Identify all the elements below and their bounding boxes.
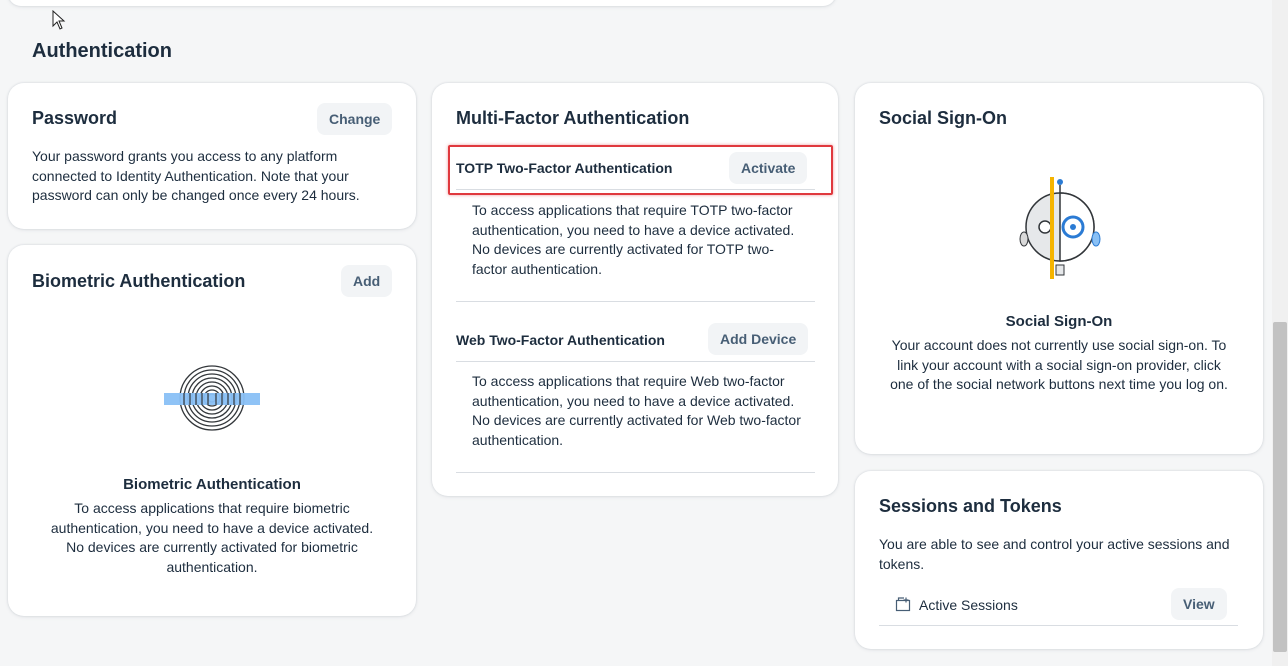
web-2fa-title: Web Two-Factor Authentication <box>456 332 665 348</box>
mouse-cursor-icon <box>52 10 66 30</box>
section-title: Authentication <box>32 40 172 62</box>
robot-illustration-icon <box>1019 177 1101 279</box>
web-2fa-text: To access applications that require Web … <box>472 373 801 448</box>
social-card: Social Sign-On Social Sign-On Your accou… <box>855 83 1263 454</box>
web-2fa-divider <box>456 472 815 473</box>
totp-divider <box>456 301 815 302</box>
social-empty-title: Social Sign-On <box>1005 313 1113 330</box>
social-empty-text: Your account does not currently use soci… <box>890 337 1228 392</box>
sessions-card: Sessions and Tokens You are able to see … <box>855 471 1263 649</box>
password-title: Password <box>32 108 118 128</box>
fingerprint-icon <box>164 365 260 431</box>
password-card: Password Change Your password grants you… <box>8 83 416 229</box>
biometric-title: Biometric Authentication <box>32 271 246 291</box>
social-title: Social Sign-On <box>879 108 1008 128</box>
add-biometric-button[interactable]: Add <box>341 265 393 297</box>
add-device-button[interactable]: Add Device <box>708 323 809 355</box>
sessions-divider <box>879 625 1238 626</box>
scrollbar-thumb[interactable] <box>1273 322 1287 652</box>
sessions-icon <box>895 597 911 612</box>
mfa-title: Multi-Factor Authentication <box>456 108 690 128</box>
previous-section-card <box>8 0 836 6</box>
password-description: Your password grants you access to any p… <box>32 148 360 203</box>
change-password-button[interactable]: Change <box>317 103 393 135</box>
active-sessions-label: Active Sessions <box>919 597 1018 613</box>
web-2fa-header-divider <box>456 361 815 362</box>
totp-highlight-box <box>448 145 833 195</box>
biometric-empty-text: To access applications that require biom… <box>50 500 374 575</box>
sessions-description: You are able to see and control your act… <box>879 536 1230 572</box>
active-sessions-row: Active Sessions View <box>879 587 1238 626</box>
biometric-empty-title: Biometric Authentication <box>123 476 301 493</box>
totp-text: To access applications that require TOTP… <box>472 202 795 277</box>
biometric-card: Biometric Authentication Add Biometric A… <box>8 245 416 616</box>
view-sessions-button[interactable]: View <box>1171 588 1227 620</box>
sessions-title: Sessions and Tokens <box>879 496 1062 516</box>
